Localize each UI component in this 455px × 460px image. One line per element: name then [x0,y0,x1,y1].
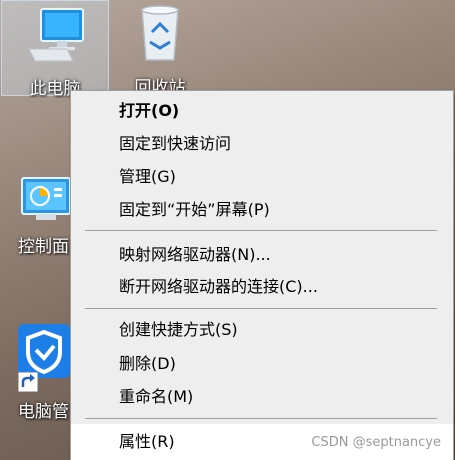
desktop-icon-recycle-bin[interactable]: 回收站 [110,0,210,98]
desktop-icon-label: 电脑管 [18,402,69,422]
computer-icon [28,8,84,62]
menu-separator [85,230,437,231]
menu-item-disconnect-network-drive[interactable]: 断开网络驱动器的连接(C)... [71,271,453,303]
desktop-icon-this-pc[interactable]: 此电脑 [1,0,109,99]
menu-item-open[interactable]: 打开(O) [71,95,453,127]
menu-separator [85,418,437,419]
menu-item-pin-quick-access[interactable]: 固定到快速访问 [71,128,453,160]
context-menu: 打开(O) 固定到快速访问 管理(G) 固定到“开始”屏幕(P) 映射网络驱动器… [70,90,454,460]
menu-separator [85,308,437,309]
recycle-bin-icon [141,5,179,61]
desktop-icon-label: 控制面 [18,237,69,257]
desktop-icon-pc-manager[interactable]: 电脑管 [0,320,75,430]
menu-item-rename[interactable]: 重命名(M) [71,381,453,413]
shortcut-arrow-icon [18,372,38,392]
control-panel-icon [21,177,71,220]
menu-item-pin-start[interactable]: 固定到“开始”屏幕(P) [71,194,453,226]
menu-item-map-network-drive[interactable]: 映射网络驱动器(N)... [71,239,453,271]
menu-item-create-shortcut[interactable]: 创建快捷方式(S) [71,314,453,346]
watermark: CSDN @septnancye [311,435,441,450]
menu-item-delete[interactable]: 删除(D) [71,348,453,380]
menu-item-manage[interactable]: 管理(G) [71,161,453,193]
desktop-icon-control-panel[interactable]: 控制面 [0,170,75,260]
